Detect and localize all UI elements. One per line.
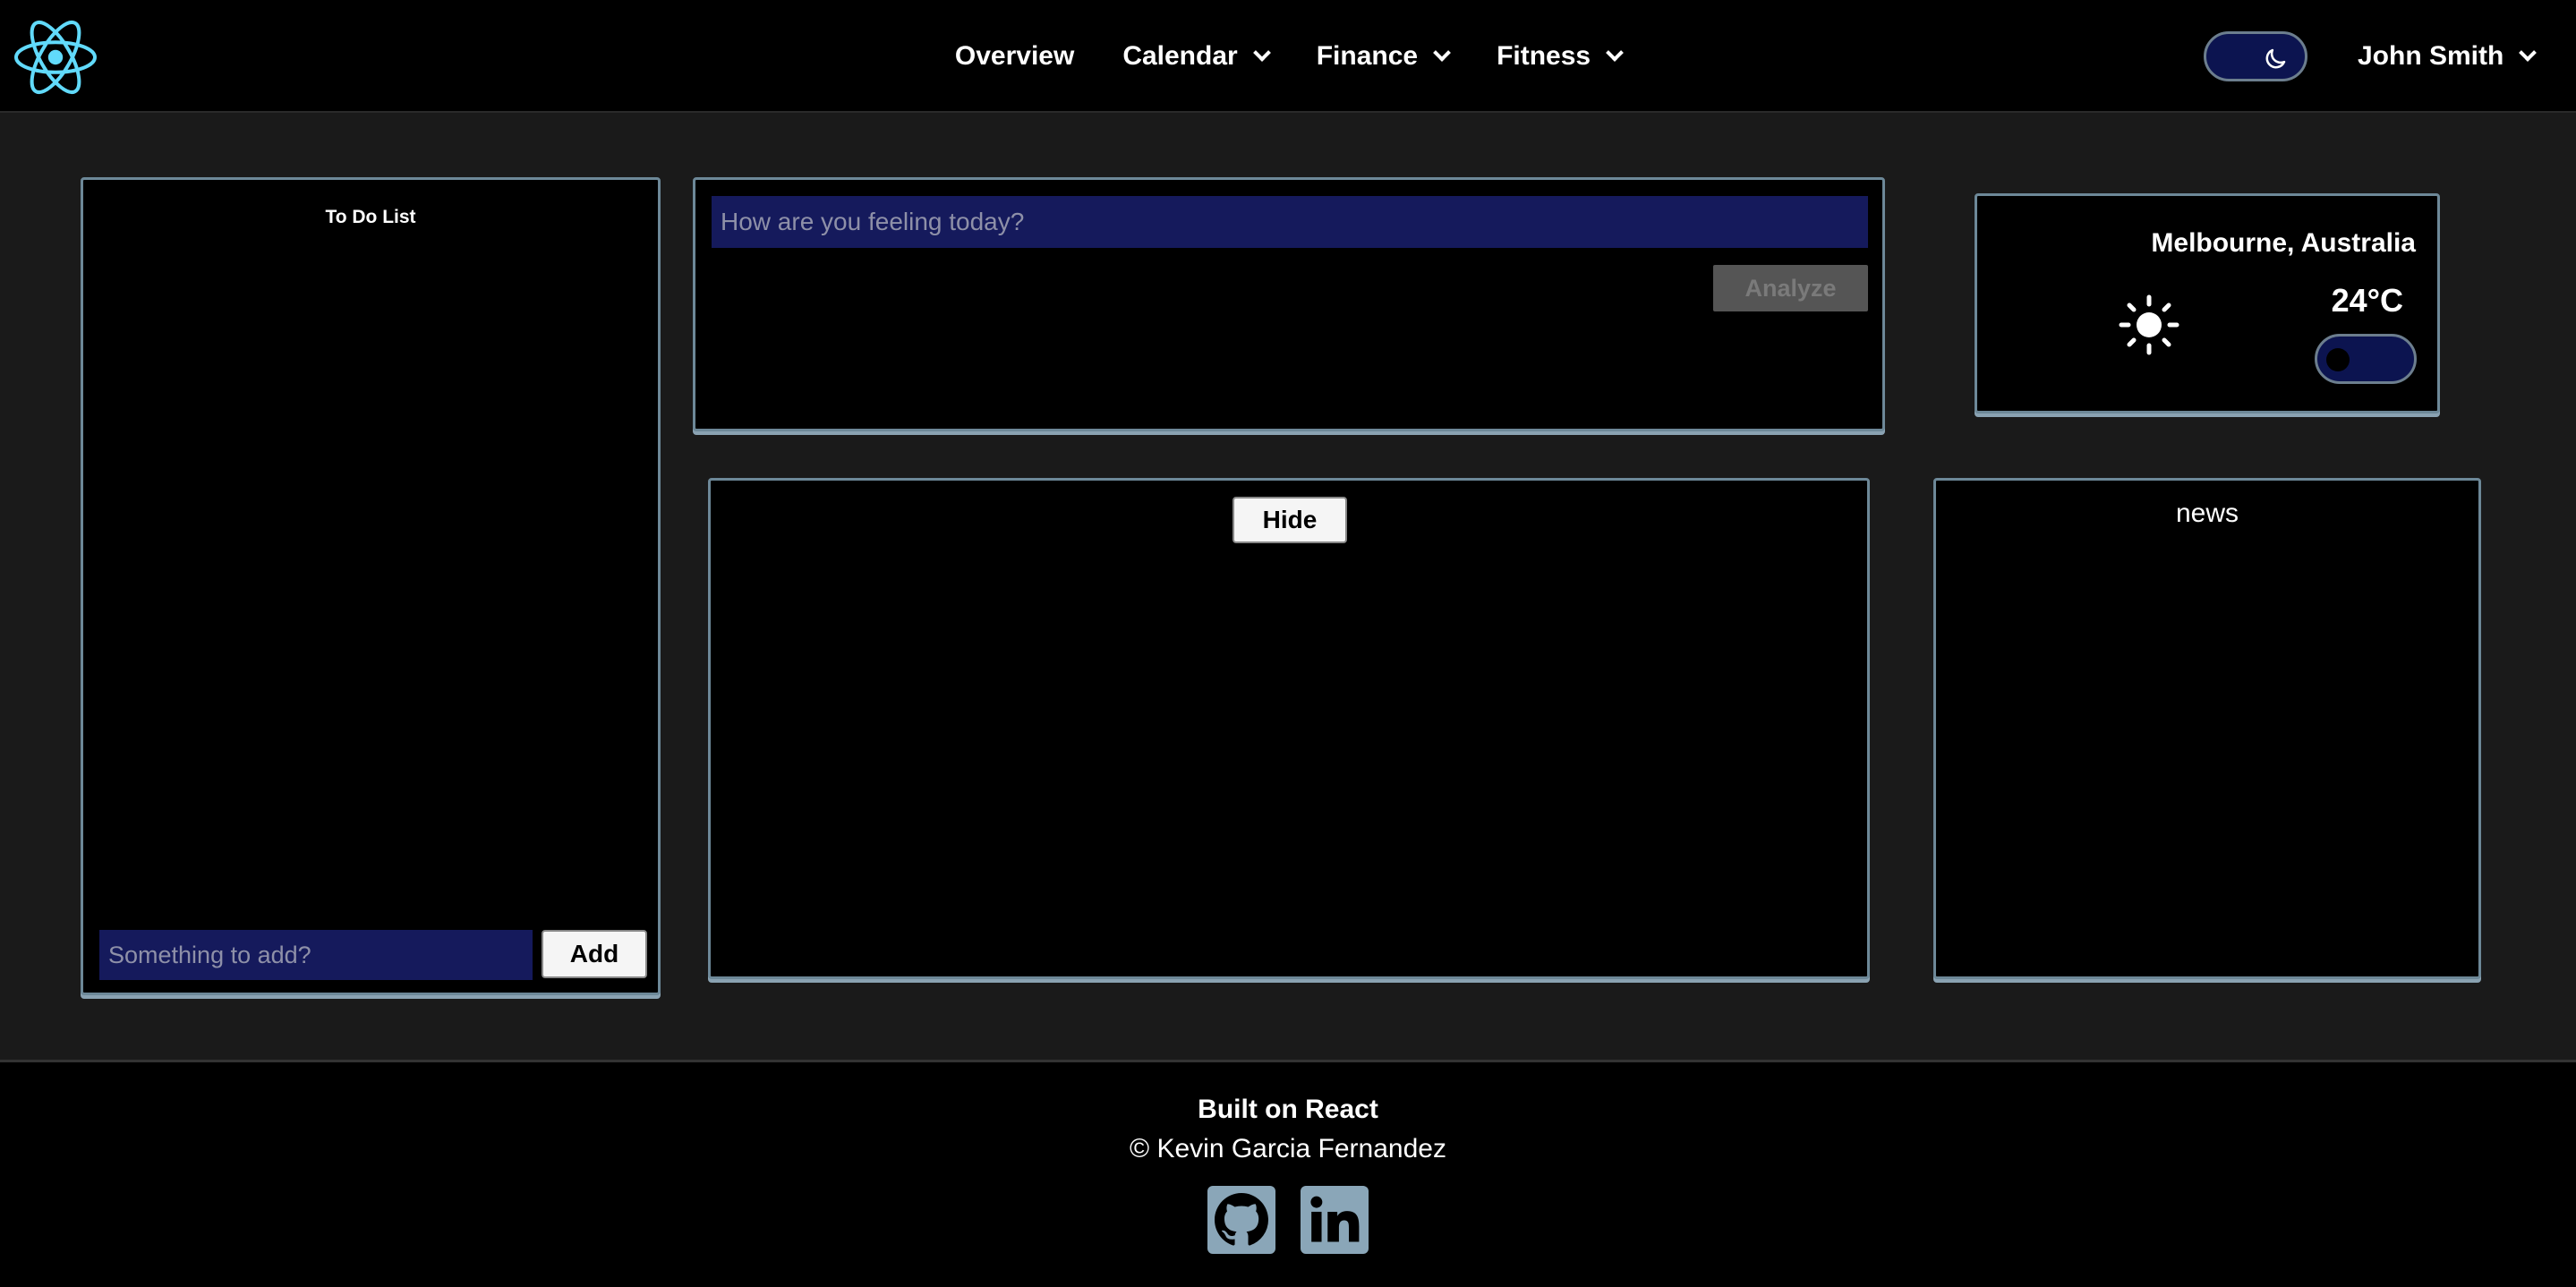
nav-calendar-label: Calendar <box>1122 41 1238 71</box>
toggle-knob <box>2326 348 2350 371</box>
weather-temperature: 24°C <box>2331 282 2403 319</box>
nav-overview-label: Overview <box>954 41 1075 71</box>
weather-card: Melbourne, Australia 24°C <box>1975 193 2440 413</box>
nav-finance-label: Finance <box>1316 41 1419 71</box>
navbar: Overview Calendar Finance Fitness John S… <box>0 0 2576 113</box>
user-menu[interactable]: John Smith <box>2358 41 2538 72</box>
news-card: news <box>1933 478 2481 979</box>
nav-calendar[interactable]: Calendar <box>1122 41 1271 72</box>
footer: Built on React © Kevin Garcia Fernandez <box>0 1060 2576 1287</box>
nav-overview[interactable]: Overview <box>955 41 1074 72</box>
mood-card: Analyze <box>693 177 1885 431</box>
news-title: news <box>2175 499 2239 528</box>
footer-credit: © Kevin Garcia Fernandez <box>1130 1134 1446 1163</box>
linkedin-icon <box>1310 1196 1360 1242</box>
mood-input[interactable] <box>712 196 1868 248</box>
theme-toggle[interactable] <box>2204 31 2307 81</box>
nav-fitness-label: Fitness <box>1497 41 1591 71</box>
github-icon <box>1215 1193 1268 1246</box>
center-panel: Hide <box>708 478 1870 979</box>
github-link[interactable] <box>1207 1186 1275 1254</box>
chevron-down-icon <box>1252 44 1271 62</box>
nav-fitness[interactable]: Fitness <box>1497 41 1625 72</box>
hide-button[interactable]: Hide <box>1233 497 1347 543</box>
sun-icon <box>2119 294 2179 355</box>
todo-card: To Do List Add <box>81 177 661 995</box>
add-todo-button[interactable]: Add <box>542 930 647 978</box>
weather-city: Melbourne, Australia <box>2151 228 2416 258</box>
analyze-button[interactable]: Analyze <box>1713 265 1868 311</box>
linkedin-link[interactable] <box>1301 1186 1369 1254</box>
moon-icon <box>2265 48 2286 69</box>
nav-finance[interactable]: Finance <box>1316 41 1451 72</box>
todo-title: To Do List <box>325 207 416 227</box>
footer-title: Built on React <box>1198 1095 1378 1124</box>
todo-input[interactable] <box>99 930 533 980</box>
temperature-unit-toggle[interactable] <box>2315 334 2417 384</box>
chevron-down-icon <box>1433 44 1451 62</box>
main-nav: Overview Calendar Finance Fitness <box>0 0 2576 113</box>
user-name: John Smith <box>2358 41 2504 71</box>
chevron-down-icon <box>2519 44 2538 62</box>
chevron-down-icon <box>1606 44 1625 62</box>
social-links <box>0 1186 2576 1254</box>
